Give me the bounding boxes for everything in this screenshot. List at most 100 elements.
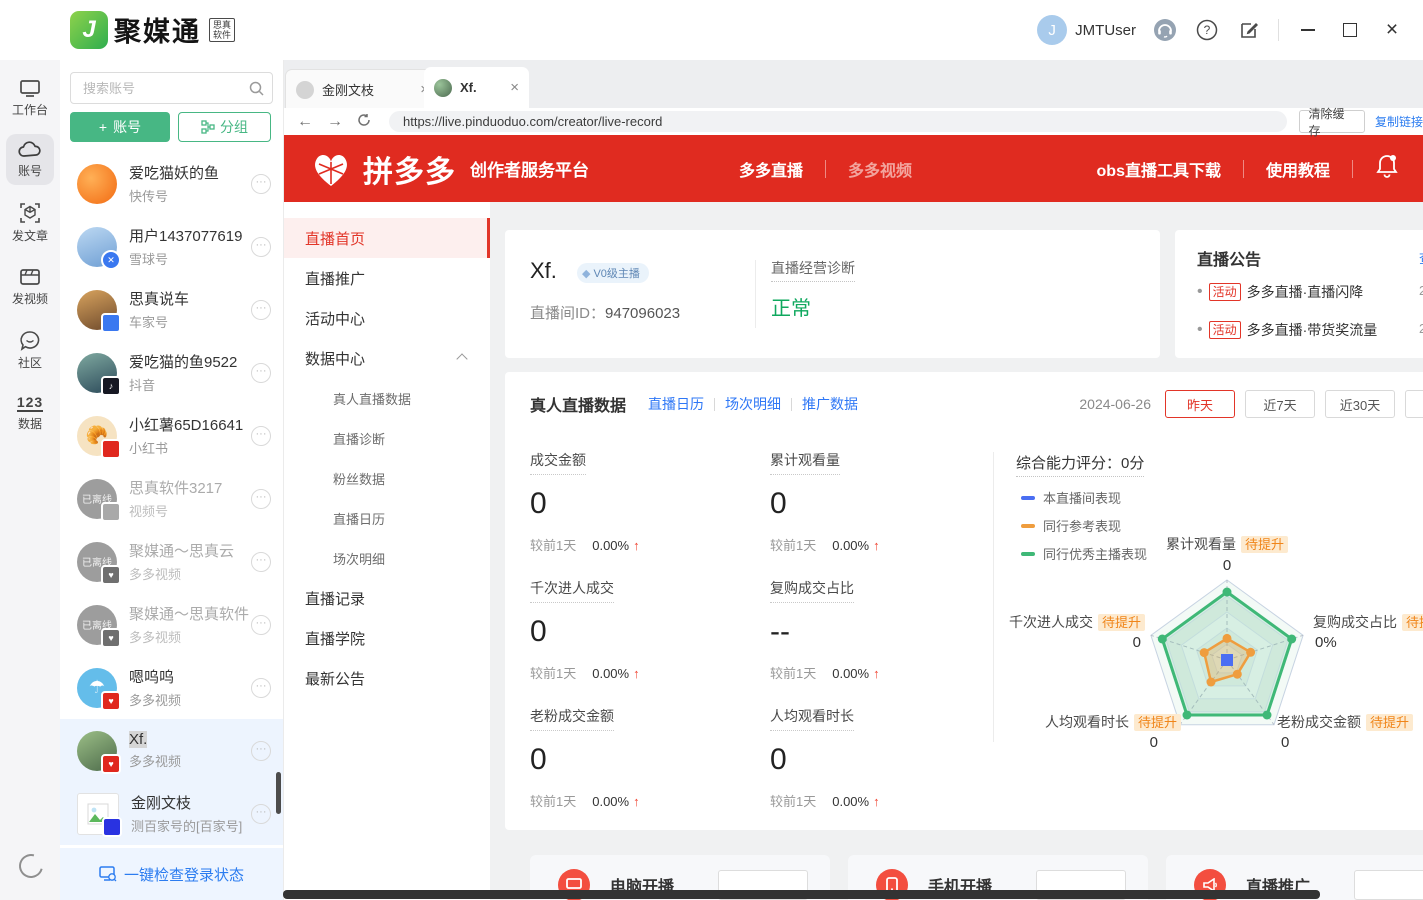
nav-live-academy[interactable]: 直播学院 <box>283 618 490 658</box>
rail-item-post-video[interactable]: 发视频 <box>6 260 54 313</box>
nav-session-detail[interactable]: 场次明细 <box>283 538 490 578</box>
forward-icon[interactable]: → <box>327 114 343 130</box>
account-menu-button[interactable]: ··· <box>251 300 271 320</box>
feedback-edit-icon[interactable] <box>1236 17 1262 43</box>
metric-label[interactable]: 老粉成交金额 <box>530 706 614 731</box>
nav-live-data[interactable]: 真人直播数据 <box>283 378 490 418</box>
browser-tab-active[interactable]: Xf. × <box>424 67 529 108</box>
metric-label[interactable]: 人均观看时长 <box>770 706 854 731</box>
account-item[interactable]: 🥐 小红薯65D16641 小红书 ··· <box>60 404 283 467</box>
account-item-selected[interactable]: ♥ Xf. 多多视频 ··· <box>60 719 283 782</box>
browser-tab[interactable]: 金刚文枝 × <box>285 69 440 109</box>
add-account-button[interactable]: + 账号 <box>70 112 170 142</box>
obs-download-link[interactable]: obs直播工具下载 <box>1097 157 1221 181</box>
diagnosis-label[interactable]: 直播经营诊断 <box>771 258 855 282</box>
nav-data-center[interactable]: 数据中心 <box>283 338 490 378</box>
refresh-icon[interactable] <box>357 113 371 131</box>
announcement-text[interactable]: 多多直播·直播闪降 <box>1247 282 1364 302</box>
announcement-item[interactable]: • 活动 多多直播·带货奖流量 2024 <box>1197 320 1423 340</box>
nav-live-diagnosis[interactable]: 直播诊断 <box>283 418 490 458</box>
customer-service-icon[interactable] <box>1152 17 1178 43</box>
rail-item-accounts[interactable]: 账号 <box>6 134 54 185</box>
account-menu-button[interactable]: ··· <box>251 552 271 572</box>
account-menu-button[interactable]: ··· <box>251 489 271 509</box>
account-item[interactable]: 已离线♥ 聚媒通～思真软件 多多视频 ··· <box>60 593 283 656</box>
close-button[interactable]: × <box>1379 17 1405 43</box>
help-icon[interactable]: ? <box>1194 17 1220 43</box>
link-live-calendar[interactable]: 直播日历 <box>648 394 704 414</box>
metric-label[interactable]: 累计观看量 <box>770 450 840 475</box>
account-menu-button[interactable]: ··· <box>251 174 271 194</box>
metric-per-1k-deal: 千次进人成交 0 较前1天0.00%↑ <box>530 578 740 682</box>
link-promo-data[interactable]: 推广数据 <box>802 394 858 414</box>
account-menu-button[interactable]: ··· <box>251 804 271 824</box>
view-more-link[interactable]: 查 <box>1419 248 1423 267</box>
metric-label[interactable]: 成交金额 <box>530 450 586 475</box>
nav-live-record[interactable]: 直播记录 <box>283 578 490 618</box>
account-menu-button[interactable]: ··· <box>251 678 271 698</box>
back-icon[interactable]: ← <box>297 114 313 130</box>
nav-live-home[interactable]: 直播首页 <box>283 218 490 258</box>
search-input[interactable] <box>81 80 249 97</box>
pdd-brand[interactable]: 拼多多 <box>363 147 456 191</box>
copy-link-button[interactable]: 复制链接 <box>1375 113 1423 130</box>
nav-activity-center[interactable]: 活动中心 <box>283 298 490 338</box>
clear-cache-button[interactable]: 清除缓存 <box>1299 110 1365 133</box>
nav-live-calendar[interactable]: 直播日历 <box>283 498 490 538</box>
check-login-status-button[interactable]: 一键检查登录状态 <box>60 848 283 900</box>
metric-label[interactable]: 千次进人成交 <box>530 578 614 603</box>
account-item[interactable]: 已离线 思真软件3217 视频号 ··· <box>60 467 283 530</box>
range-more-button[interactable]: 更 <box>1405 390 1423 418</box>
legend-label: 本直播间表现 <box>1043 488 1121 507</box>
announcement-text[interactable]: 多多直播·带货奖流量 <box>1247 320 1378 340</box>
nav-duoduo-video[interactable]: 多多视频 <box>848 157 912 181</box>
axis-value: 0 <box>1003 734 1158 751</box>
open-button[interactable] <box>1354 870 1423 900</box>
announcement-item[interactable]: • 活动 多多直播·直播闪降 2024 <box>1197 282 1423 302</box>
nav-fans-data[interactable]: 粉丝数据 <box>283 458 490 498</box>
live-data-card: 真人直播数据 直播日历 场次明细 推广数据 2024-06-26 昨天 近7天 … <box>505 372 1423 830</box>
rail-item-data[interactable]: 123 数据 <box>6 387 54 438</box>
range-30d-button[interactable]: 近30天 <box>1325 390 1395 418</box>
account-search-box[interactable] <box>70 72 273 104</box>
notification-bell-icon[interactable] <box>1375 153 1399 184</box>
account-item[interactable]: ☂♥ 嗯呜呜 多多视频 ··· <box>60 656 283 719</box>
account-item[interactable]: ✕ 用户1437077619 雪球号 ··· <box>60 215 283 278</box>
account-item[interactable]: 已离线♥ 聚媒通～思真云 多多视频 ··· <box>60 530 283 593</box>
user-avatar[interactable]: J <box>1037 15 1067 45</box>
account-name: 用户1437077619 <box>129 225 251 246</box>
score-title[interactable]: 综合能力评分：0分 <box>1016 452 1144 477</box>
minimize-button[interactable] <box>1295 17 1321 43</box>
rail-item-post-article[interactable]: 发文章 <box>6 195 54 250</box>
nav-live-promo[interactable]: 直播推广 <box>283 258 490 298</box>
maximize-button[interactable] <box>1337 17 1363 43</box>
nav-latest-announcement[interactable]: 最新公告 <box>283 658 490 698</box>
account-menu-button[interactable]: ··· <box>251 741 271 761</box>
horizontal-scrollbar[interactable] <box>283 890 1320 899</box>
rail-item-workbench[interactable]: 工作台 <box>6 72 54 124</box>
group-button[interactable]: 分组 <box>178 112 271 142</box>
range-yesterday-button[interactable]: 昨天 <box>1165 390 1235 418</box>
account-item[interactable]: 金刚文枝 测百家号的[百家号] ··· <box>60 782 283 845</box>
account-item[interactable]: 爱吃猫妖的鱼 快传号 ··· <box>60 152 283 215</box>
nav-duoduo-live[interactable]: 多多直播 <box>739 157 803 181</box>
account-menu-button[interactable]: ··· <box>251 237 271 257</box>
url-bar[interactable]: https://live.pinduoduo.com/creator/live-… <box>389 111 1287 132</box>
rail-item-community[interactable]: 社区 <box>6 323 54 377</box>
range-7d-button[interactable]: 近7天 <box>1245 390 1315 418</box>
account-menu-button[interactable]: ··· <box>251 615 271 635</box>
account-item[interactable]: 思真说车 车家号 ··· <box>60 278 283 341</box>
link-session-detail[interactable]: 场次明细 <box>725 394 781 414</box>
account-list-scrollbar[interactable] <box>276 772 281 814</box>
xueqiu-badge-icon: ✕ <box>101 250 121 270</box>
metric-label[interactable]: 复购成交占比 <box>770 578 854 603</box>
account-menu-button[interactable]: ··· <box>251 363 271 383</box>
delta-up-icon: ↑ <box>873 538 880 553</box>
duoduo-badge-icon: ♥ <box>101 754 121 774</box>
tab-close-icon[interactable]: × <box>510 81 519 95</box>
account-item[interactable]: ♪ 爱吃猫的鱼9522 抖音 ··· <box>60 341 283 404</box>
tutorial-link[interactable]: 使用教程 <box>1266 157 1330 181</box>
loading-spinner-icon[interactable] <box>15 850 48 883</box>
account-menu-button[interactable]: ··· <box>251 426 271 446</box>
user-name[interactable]: JMTUser <box>1075 22 1136 39</box>
